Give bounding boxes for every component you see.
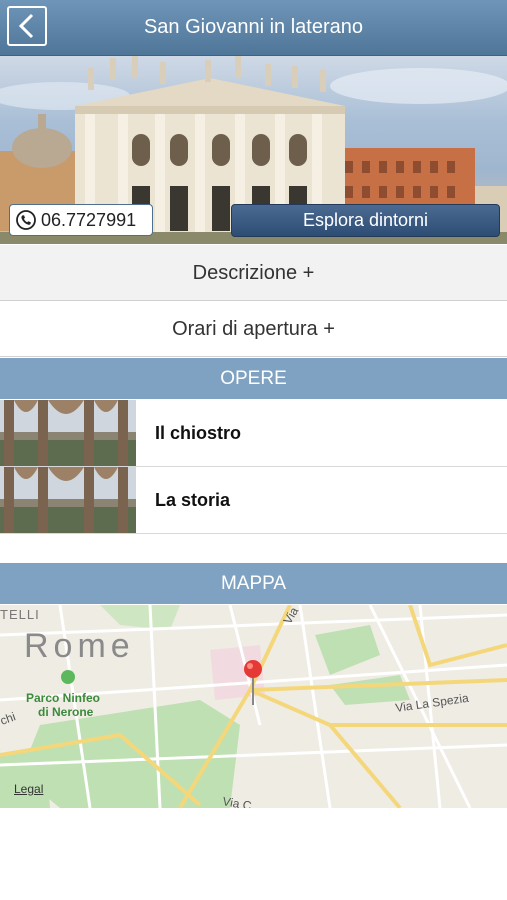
cloister-thumbnail	[0, 400, 136, 466]
location-pin	[244, 660, 262, 678]
map-label-park-2: di Nerone	[38, 705, 94, 719]
map-canvas: TELLI Rome Parco Ninfeo di Nerone chi Vi…	[0, 605, 507, 808]
chevron-left-icon	[18, 13, 34, 39]
opere-section-header: OPERE	[0, 358, 507, 399]
history-thumbnail	[0, 467, 136, 533]
phone-call-button[interactable]: 06.7727991	[9, 204, 153, 236]
back-button[interactable]	[7, 6, 47, 46]
description-toggle[interactable]: Descrizione +	[0, 245, 507, 301]
park-icon	[61, 670, 75, 684]
page-title: San Giovanni in laterano	[143, 16, 364, 38]
location-map[interactable]: TELLI Rome Parco Ninfeo di Nerone chi Vi…	[0, 605, 507, 808]
map-label-district: TELLI	[0, 607, 40, 622]
mappa-section-header: MAPPA	[0, 563, 507, 604]
opera-title: La storia	[155, 490, 231, 510]
location-pin-highlight	[247, 663, 253, 669]
phone-number: 06.7727991	[41, 209, 137, 230]
list-item[interactable]: La storia	[0, 467, 507, 534]
map-label-park-1: Parco Ninfeo	[26, 691, 100, 705]
explore-nearby-button[interactable]: Esplora dintorni	[231, 204, 500, 237]
map-legal-link[interactable]: Legal	[14, 782, 43, 796]
map-label-city: Rome	[24, 627, 135, 665]
opera-title: Il chiostro	[155, 423, 242, 443]
list-item[interactable]: Il chiostro	[0, 400, 507, 467]
phone-icon	[16, 210, 36, 230]
navigation-bar: San Giovanni in laterano	[0, 0, 507, 56]
opening-hours-toggle[interactable]: Orari di apertura +	[0, 302, 507, 357]
